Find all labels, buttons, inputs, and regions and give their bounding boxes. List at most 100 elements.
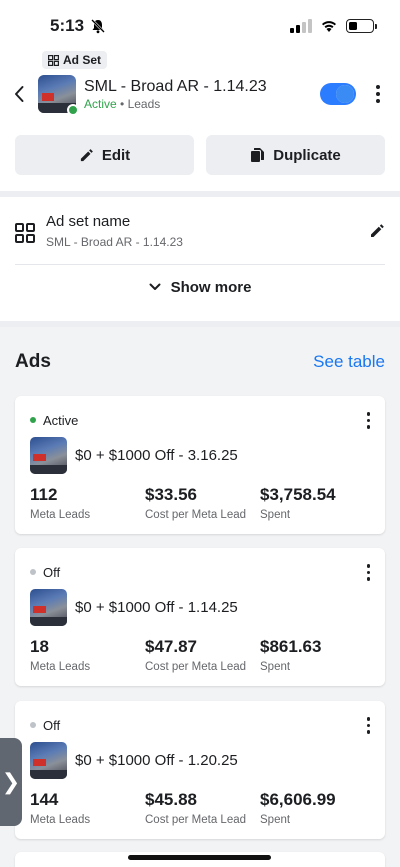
metric-meta-leads: 18 Meta Leads <box>30 637 145 673</box>
active-status-dot <box>67 104 79 116</box>
ad-name: $0 + $1000 Off - 1.14.25 <box>75 599 238 616</box>
page-header: SML - Broad AR - 1.14.23 Active • Leads <box>0 72 400 116</box>
status-time: 5:13 <box>50 16 85 35</box>
chevron-right-icon: ❯ <box>1 769 21 794</box>
chevron-down-icon <box>149 283 161 290</box>
status-dot <box>30 417 36 424</box>
ad-card-header: Active <box>30 412 370 429</box>
ad-status: Off <box>43 717 61 733</box>
show-more-button[interactable]: Show more <box>0 272 400 302</box>
show-more-label: Show more <box>170 278 252 296</box>
status-text: Active <box>84 96 117 111</box>
side-panel-handle[interactable]: ❯ <box>0 738 22 826</box>
ad-set-tag-label: Ad Set <box>63 53 102 67</box>
status-icons <box>290 19 377 33</box>
ad-card-header: Off <box>30 564 370 581</box>
metric-value: $47.87 <box>145 637 197 656</box>
ad-metrics: 144 Meta Leads $45.88 Cost per Meta Lead… <box>30 790 375 826</box>
page-title: SML - Broad AR - 1.14.23 <box>84 77 267 95</box>
metric-label: Spent <box>260 814 291 826</box>
ad-card-header: Off <box>30 717 370 734</box>
see-table-link[interactable]: See table <box>313 352 385 372</box>
metric-cost-per-lead: $45.88 Cost per Meta Lead <box>145 790 260 826</box>
edit-button[interactable]: Edit <box>15 135 194 175</box>
ad-info: $0 + $1000 Off - 1.20.25 <box>30 742 238 779</box>
edit-button-label: Edit <box>101 146 131 164</box>
duplicate-icon <box>251 148 265 162</box>
metric-spent: $6,606.99 Spent <box>260 790 375 826</box>
ad-set-name-label: Ad set name <box>46 213 131 230</box>
header-subtitle: Active • Leads <box>84 97 320 111</box>
metric-label: Cost per Meta Lead <box>145 509 247 521</box>
ad-more-options-icon[interactable] <box>366 717 370 734</box>
ad-info: $0 + $1000 Off - 3.16.25 <box>30 437 238 474</box>
metric-label: Meta Leads <box>30 814 91 826</box>
metric-value: $33.56 <box>145 485 197 504</box>
metric-cost-per-lead: $33.56 Cost per Meta Lead <box>145 485 260 521</box>
wifi-icon <box>322 21 336 32</box>
objective-text: Leads <box>127 96 161 111</box>
metric-spent: $3,758.54 Spent <box>260 485 375 521</box>
status-bar: 5:13 <box>0 0 400 52</box>
metric-label: Meta Leads <box>30 509 91 521</box>
ad-more-options-icon[interactable] <box>366 412 370 429</box>
ad-set-toggle[interactable] <box>320 83 356 105</box>
metric-value: $3,758.54 <box>260 485 336 504</box>
duplicate-button-label: Duplicate <box>273 146 341 164</box>
metric-label: Spent <box>260 661 291 673</box>
status-dot <box>30 569 36 576</box>
action-buttons: Edit Duplicate <box>15 135 385 175</box>
bell-slash-icon <box>91 19 105 34</box>
pencil-icon <box>80 148 93 161</box>
ads-header: Ads See table <box>15 351 385 373</box>
status-time-group: 5:13 <box>50 16 106 36</box>
metric-value: $6,606.99 <box>260 790 336 809</box>
edit-name-pencil-icon[interactable] <box>369 223 385 244</box>
metric-spent: $861.63 Spent <box>260 637 375 673</box>
signal-icon <box>290 19 312 33</box>
ad-set-grid-icon <box>15 223 35 243</box>
grid-icon <box>48 54 59 66</box>
ad-more-options-icon[interactable] <box>366 564 370 581</box>
more-options-icon[interactable] <box>368 85 388 103</box>
ad-card[interactable]: Active $0 + $1000 Off - 3.16.25 112 Meta… <box>15 396 385 534</box>
ad-thumbnail <box>30 589 67 626</box>
metric-label: Meta Leads <box>30 661 91 673</box>
metric-label: Spent <box>260 509 291 521</box>
ad-set-name-text: Ad set name SML - Broad AR - 1.14.23 <box>46 213 369 249</box>
ads-title: Ads <box>15 351 51 372</box>
subtitle-separator: • <box>120 96 125 111</box>
metric-value: 112 <box>30 485 58 504</box>
ad-set-thumbnail <box>38 75 79 116</box>
ad-card[interactable]: Off $0 + $1000 Off - 1.14.25 18 Meta Lea… <box>15 548 385 686</box>
ad-set-name-row: Ad set name SML - Broad AR - 1.14.23 <box>15 213 385 249</box>
ad-name: $0 + $1000 Off - 3.16.25 <box>75 447 238 464</box>
ad-set-tag: Ad Set <box>42 51 108 69</box>
ad-thumbnail <box>30 742 67 779</box>
metric-meta-leads: 144 Meta Leads <box>30 790 145 826</box>
section-divider <box>0 191 400 197</box>
metric-label: Cost per Meta Lead <box>145 814 247 826</box>
ad-name: $0 + $1000 Off - 1.20.25 <box>75 752 238 769</box>
ad-card[interactable]: Off $0 + $1000 Off - 1.20.25 144 Meta Le… <box>15 701 385 839</box>
ad-info: $0 + $1000 Off - 1.14.25 <box>30 589 238 626</box>
metric-label: Cost per Meta Lead <box>145 661 247 673</box>
metric-meta-leads: 112 Meta Leads <box>30 485 145 521</box>
ad-thumbnail <box>30 437 67 474</box>
home-indicator <box>128 855 271 860</box>
chevron-left-icon <box>15 86 24 102</box>
ad-metrics: 18 Meta Leads $47.87 Cost per Meta Lead … <box>30 637 375 673</box>
metric-value: $45.88 <box>145 790 197 809</box>
row-divider <box>15 264 385 265</box>
ad-metrics: 112 Meta Leads $33.56 Cost per Meta Lead… <box>30 485 375 521</box>
status-dot <box>30 722 36 729</box>
ad-status: Active <box>43 412 79 428</box>
ad-status: Off <box>43 564 61 580</box>
metric-value: $861.63 <box>260 637 322 656</box>
metric-cost-per-lead: $47.87 Cost per Meta Lead <box>145 637 260 673</box>
ad-set-name-value: SML - Broad AR - 1.14.23 <box>46 235 183 249</box>
back-button[interactable] <box>0 85 38 103</box>
header-title-block: SML - Broad AR - 1.14.23 Active • Leads <box>84 78 320 111</box>
ads-section: Ads See table Active $0 + $1000 Off - 3.… <box>0 327 400 867</box>
duplicate-button[interactable]: Duplicate <box>206 135 385 175</box>
